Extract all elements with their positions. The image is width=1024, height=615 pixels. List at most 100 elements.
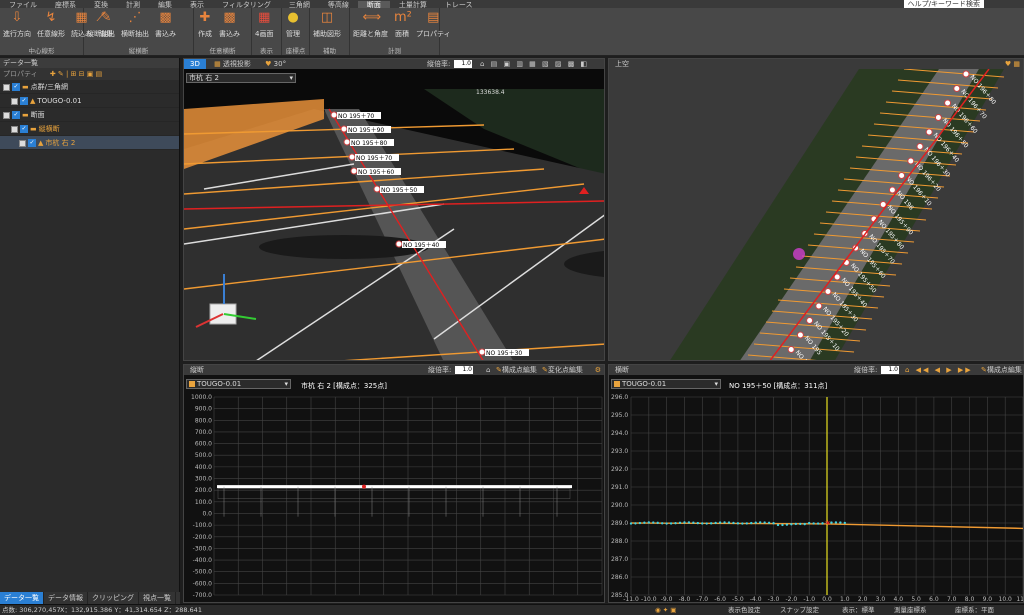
expand-toggle[interactable]: [11, 97, 18, 105]
settings-icon[interactable]: ⚙: [595, 365, 601, 375]
survey-point: [674, 521, 677, 525]
ratio-input-profile[interactable]: 1.0: [455, 366, 473, 374]
tree-item[interactable]: ✓ ▬ 断面: [0, 108, 179, 122]
tab-perspective[interactable]: ▦ 透視投影: [208, 59, 257, 69]
補助図形-label: 補助図形: [313, 30, 341, 38]
menu-item[interactable]: 計測: [117, 1, 149, 8]
survey-point: [790, 523, 793, 526]
scene-top[interactable]: NO 196＋80NO 196＋70NO 196＋60NO 196＋50NO 1…: [609, 69, 1024, 361]
status-item[interactable]: 表示色設定: [728, 605, 761, 615]
tree-item[interactable]: ✓ ▲ 市杭 右 2: [0, 136, 179, 150]
station-marker: [925, 128, 933, 136]
left-tab[interactable]: データ情報: [44, 592, 88, 604]
viewport-3d[interactable]: 3D ▦ 透視投影 ♥ 30° 縦倍率: 1.0 ⌂ ▤ ▣ ▥ ▦ ▧ ▨ ▩…: [183, 58, 605, 361]
x-tick-label: -8.0: [679, 596, 691, 603]
書込み-button[interactable]: ▩ 書込み: [216, 8, 243, 46]
書込み-button[interactable]: ▩ 書込み: [152, 8, 179, 46]
checkbox[interactable]: ✓: [28, 139, 36, 147]
tab-fov[interactable]: ♥ 30°: [259, 59, 292, 69]
menu-item[interactable]: フィルタリング: [213, 1, 280, 8]
survey-point: [643, 521, 646, 524]
status-item[interactable]: 表示：標準: [842, 605, 875, 615]
tree-item[interactable]: ✓ ▬ 縦横断: [0, 122, 179, 136]
menu-item[interactable]: 表示: [181, 1, 213, 8]
進行方向-label: 進行方向: [3, 30, 31, 38]
view-toolbar-icons[interactable]: ⌂ ▤ ▣ ▥ ▦ ▧ ▨ ▩ ◧: [480, 59, 589, 69]
cross-section-pane[interactable]: 横断 縦倍率: 1.0 ⌂ ◀◀ ◀ ▶ ▶▶ ✎構成点編集 TOUGO-0.0…: [608, 364, 1024, 603]
menu-item[interactable]: 変換: [85, 1, 117, 8]
left-tab[interactable]: クリッピング: [88, 592, 139, 604]
x-tick-label: 0.0: [822, 596, 832, 603]
status-icons[interactable]: ◉ ✦ ▣: [655, 605, 676, 615]
expand-toggle[interactable]: [3, 83, 10, 91]
作成-button[interactable]: ✚ 作成: [194, 8, 216, 46]
station-marker: [373, 185, 381, 193]
menu-item[interactable]: 編集: [149, 1, 181, 8]
y-tick-label: 295.0: [611, 412, 628, 419]
menu-item[interactable]: 座標系: [46, 1, 85, 8]
edit-change-points-button[interactable]: ✎変化点編集: [542, 365, 583, 375]
補助図形-button[interactable]: ◫ 補助図形: [310, 8, 344, 46]
chart-background: [184, 391, 604, 602]
menu-item[interactable]: 三角網: [280, 1, 319, 8]
station-label: NO 195＋30: [486, 350, 522, 357]
プロパティ-button[interactable]: ▤ プロパティ: [413, 8, 454, 46]
survey-point: [701, 522, 704, 525]
expand-toggle[interactable]: [19, 139, 26, 147]
nav-arrow-icons[interactable]: ⌂ ◀◀ ◀ ▶ ▶▶: [905, 365, 973, 375]
home-icon[interactable]: ⌂: [486, 365, 490, 375]
menu-item[interactable]: 断面: [357, 1, 390, 8]
edit-points-button-cross[interactable]: ✎構成点編集: [981, 365, 1022, 375]
x-tick-label: -1.0: [803, 596, 815, 603]
left-tab[interactable]: データ一覧: [0, 592, 44, 604]
status-item[interactable]: スナップ設定: [780, 605, 819, 615]
tab-3d[interactable]: 3D: [184, 59, 206, 69]
viewport-3d-header: 3D ▦ 透視投影 ♥ 30° 縦倍率: 1.0 ⌂ ▤ ▣ ▥ ▦ ▧ ▨ ▩…: [184, 59, 604, 69]
距離と角度-button[interactable]: ⟺ 距離と角度: [350, 8, 391, 46]
section-select-3d[interactable]: 市杭 右 2 ▾: [186, 73, 296, 83]
menu-item[interactable]: ファイル: [0, 1, 46, 8]
cross-chart[interactable]: 296.0 295.0 294.0 293.0 292.0 291.0 290.0 289.0…: [609, 391, 1024, 603]
checkbox[interactable]: ✓: [12, 83, 20, 91]
help-search[interactable]: ヘルプ/キーワード検索: [903, 0, 984, 8]
curve-icon: ↯: [45, 10, 57, 25]
ratio-input-3d[interactable]: 1.0: [454, 60, 472, 68]
status-item[interactable]: 座標系：平面: [955, 605, 994, 615]
survey-point: [634, 522, 637, 525]
menu-item[interactable]: トレース: [436, 1, 482, 8]
tree-item[interactable]: ✓ ▬ 点群/三角網: [0, 80, 179, 94]
expand-toggle[interactable]: [11, 125, 18, 133]
profile-pane[interactable]: 縦断 縦倍率: 1.0 ⌂ ✎構成点編集 ✎変化点編集 ⚙ TOUGO-0.01…: [183, 364, 605, 603]
面積-button[interactable]: m² 面積: [391, 8, 413, 46]
left-tab[interactable]: 視点一覧: [139, 592, 176, 604]
properties-label[interactable]: プロパティ: [3, 70, 38, 78]
tab-profile[interactable]: 縦断: [184, 365, 210, 375]
横断抽出-button[interactable]: ⋰ 横断抽出: [118, 8, 152, 46]
tree-item[interactable]: ✓ ▲ TOUGO-0.01: [0, 94, 179, 108]
checkbox[interactable]: ✓: [12, 111, 20, 119]
expand-toggle[interactable]: [3, 111, 10, 119]
profile-chart[interactable]: 1000.0 900.0 800.0 700.0 600.0 500.0 400.0 300.…: [184, 391, 605, 603]
survey-point: [812, 522, 815, 525]
menu-item[interactable]: 土量計算: [390, 1, 436, 8]
4画面-button[interactable]: ▦ 4画面: [252, 8, 276, 46]
status-item[interactable]: 測量座標系: [894, 605, 927, 615]
survey-point: [629, 522, 633, 525]
scene-3d[interactable]: NO 195＋70 NO 195＋90 NO 195＋80 NO 195＋70 NO 1…: [184, 69, 605, 361]
pointcloud-select-profile[interactable]: TOUGO-0.01 ▾: [186, 379, 291, 389]
tab-cross[interactable]: 横断: [609, 365, 635, 375]
checkbox[interactable]: ✓: [20, 97, 28, 105]
tab-top-view[interactable]: 上空: [609, 59, 635, 69]
toolbar-icons[interactable]: ✚ ✎ | ⊞ ⊟ ▣ ▤: [50, 70, 102, 78]
任意線形-button[interactable]: ↯ 任意線形: [34, 8, 68, 46]
進行方向-button[interactable]: ⇩ 進行方向: [0, 8, 34, 46]
viewport-top[interactable]: 上空 ♥ ▦ NO 196＋80 NO 196＋70 NO 196＋60 NO 196…: [608, 58, 1024, 361]
ratio-input-cross[interactable]: 1.0: [881, 366, 899, 374]
checkbox[interactable]: ✓: [20, 125, 28, 133]
縦断抽出-button[interactable]: ⟋ 縦断抽出: [84, 8, 118, 46]
pointcloud-select-cross[interactable]: TOUGO-0.01 ▾: [611, 379, 721, 389]
menu-item[interactable]: 等高線: [319, 1, 358, 8]
edit-points-button-profile[interactable]: ✎構成点編集: [496, 365, 537, 375]
top-view-icons[interactable]: ♥ ▦: [1005, 59, 1020, 69]
管理-button[interactable]: ● 管理: [282, 8, 304, 46]
